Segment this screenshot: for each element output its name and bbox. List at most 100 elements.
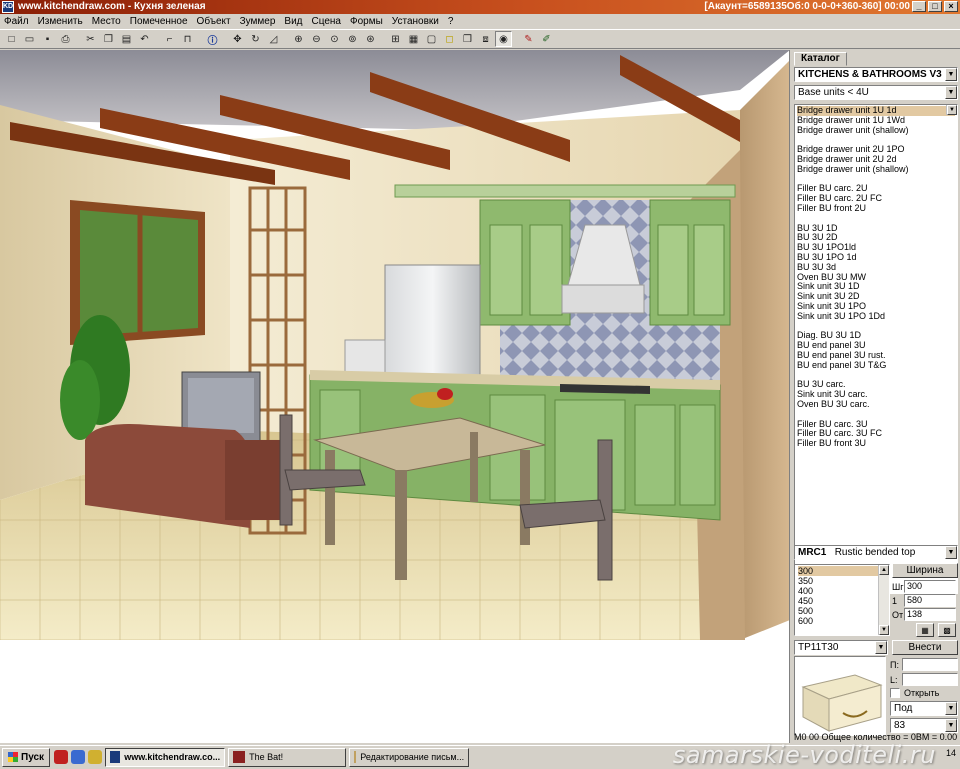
- paste-icon[interactable]: ▤: [118, 31, 135, 47]
- grid-alt-icon[interactable]: ▩: [938, 623, 956, 637]
- size-item[interactable]: 400: [798, 586, 886, 596]
- menu-scene[interactable]: Сцена: [312, 16, 345, 27]
- print-icon[interactable]: ⎙: [57, 31, 74, 47]
- start-button[interactable]: Пуск: [2, 747, 51, 767]
- list-item[interactable]: BU end panel 3U T&G: [797, 360, 955, 371]
- new-icon[interactable]: □: [3, 31, 20, 47]
- opera-icon[interactable]: [54, 750, 69, 764]
- catalog-select[interactable]: KITCHENS & BATHROOMS V3 ▼: [794, 67, 958, 82]
- finish-select[interactable]: TP11T30 ▼: [794, 640, 888, 655]
- list-scrollbar[interactable]: ▲ ▼: [946, 105, 957, 115]
- browser-icon[interactable]: [71, 750, 86, 764]
- task-kitchendraw[interactable]: www.kitchendraw.co...: [105, 747, 226, 767]
- maximize-button[interactable]: □: [928, 1, 942, 12]
- category-select[interactable]: Base units < 4U ▼: [794, 85, 958, 100]
- move-icon[interactable]: ✥: [229, 31, 246, 47]
- save-icon[interactable]: ▪: [39, 31, 56, 47]
- grid-icon[interactable]: ▦: [916, 623, 934, 637]
- zoom-window-icon[interactable]: ⊙: [326, 31, 343, 47]
- item-thumbnail: [794, 656, 886, 736]
- menu-help[interactable]: ?: [448, 16, 458, 27]
- rotate-icon[interactable]: ↻: [247, 31, 264, 47]
- height-value: 83: [894, 720, 906, 731]
- menu-view[interactable]: Вид: [284, 16, 306, 27]
- size-item[interactable]: 350: [798, 576, 886, 586]
- list-item[interactable]: Bridge drawer unit (shallow): [797, 125, 955, 136]
- list-item[interactable]: Filler BU front 3U: [797, 438, 955, 449]
- open-checkbox[interactable]: [890, 688, 900, 698]
- list-item[interactable]: Bridge drawer unit (shallow): [797, 164, 955, 175]
- size-list-scrollbar[interactable]: ▲ ▼: [878, 565, 889, 635]
- width-icon[interactable]: ⊓: [179, 31, 196, 47]
- 3d-render-view[interactable]: [0, 50, 790, 743]
- menu-marked[interactable]: Помеченное: [130, 16, 192, 27]
- chevron-down-icon[interactable]: ▼: [945, 702, 957, 715]
- perspective-icon[interactable]: ◻: [441, 31, 458, 47]
- zoom-in-icon[interactable]: ⊕: [290, 31, 307, 47]
- letter-icon: [354, 751, 357, 763]
- catalog-items-list[interactable]: Bridge drawer unit 1U 1d Bridge drawer un…: [794, 104, 958, 594]
- copy-icon[interactable]: ❐: [100, 31, 117, 47]
- stairs-icon[interactable]: ⌐: [161, 31, 178, 47]
- dim-height-field[interactable]: 138: [904, 608, 956, 621]
- zoom-fit-icon[interactable]: ⊚: [344, 31, 361, 47]
- l-field[interactable]: [902, 673, 958, 686]
- zoom-out-icon[interactable]: ⊖: [308, 31, 325, 47]
- scroll-down-icon[interactable]: ▼: [879, 625, 889, 635]
- drawer-preview-image: [801, 674, 883, 732]
- info-icon[interactable]: ⓘ: [204, 31, 221, 47]
- menu-file[interactable]: Файл: [4, 16, 33, 27]
- app-icon[interactable]: KD: [2, 1, 14, 13]
- menu-place[interactable]: Место: [92, 16, 125, 27]
- task-the-bat[interactable]: The Bat!: [228, 747, 347, 767]
- scroll-down-icon[interactable]: ▼: [947, 105, 957, 115]
- dim-height-label: От: [892, 610, 904, 620]
- size-list[interactable]: 300 350 400 450 500 600 ▲ ▼: [794, 564, 890, 636]
- measure-icon[interactable]: ◿: [265, 31, 282, 47]
- scroll-up-icon[interactable]: ▲: [879, 565, 889, 575]
- plan-view-icon[interactable]: ⊞: [387, 31, 404, 47]
- chevron-down-icon[interactable]: ▼: [945, 546, 957, 559]
- pencil-icon[interactable]: ✎: [520, 31, 537, 47]
- insert-button[interactable]: Внести: [892, 640, 958, 655]
- size-item[interactable]: 300: [798, 566, 886, 576]
- chevron-down-icon[interactable]: ▼: [945, 68, 957, 81]
- model-select[interactable]: MRC1 Rustic bended top ▼: [794, 545, 958, 560]
- photo-icon[interactable]: ◉: [495, 31, 512, 47]
- menu-object[interactable]: Объект: [197, 16, 235, 27]
- menu-edit[interactable]: Изменить: [38, 16, 87, 27]
- chevron-down-icon[interactable]: ▼: [875, 641, 887, 654]
- size-item[interactable]: 600: [798, 616, 886, 626]
- chevron-down-icon[interactable]: ▼: [945, 86, 957, 99]
- zoom-all-icon[interactable]: ⊛: [362, 31, 379, 47]
- task-edit-letter[interactable]: Редактирование письм...: [349, 747, 470, 767]
- list-item[interactable]: Sink unit 3U 1PO 1Dd: [797, 311, 955, 322]
- toolbar: □ ▭ ▪ ⎙ ✂ ❐ ▤ ↶ ⌐ ⊓ ⓘ ✥ ↻ ◿ ⊕ ⊖ ⊙ ⊚ ⊛ ⊞ …: [0, 29, 960, 49]
- list-item[interactable]: Filler BU front 2U: [797, 203, 955, 214]
- dim-depth-field[interactable]: 580: [904, 594, 956, 607]
- list-item[interactable]: Oven BU 3U carc.: [797, 399, 955, 410]
- cube-icon[interactable]: ❒: [459, 31, 476, 47]
- size-item[interactable]: 450: [798, 596, 886, 606]
- render-icon[interactable]: ⧈: [477, 31, 494, 47]
- elevation-view-icon[interactable]: ▦: [405, 31, 422, 47]
- position-select[interactable]: Под ▼: [890, 701, 958, 716]
- menu-forms[interactable]: Формы: [350, 16, 387, 27]
- open-icon[interactable]: ▭: [21, 31, 38, 47]
- undo-icon[interactable]: ↶: [136, 31, 153, 47]
- tab-catalog[interactable]: Каталог: [794, 52, 847, 66]
- size-item[interactable]: 500: [798, 606, 886, 616]
- sketch-icon[interactable]: ✐: [538, 31, 555, 47]
- kitchen-render: [0, 50, 789, 640]
- p-field[interactable]: [902, 658, 958, 671]
- model-code: MRC1: [798, 547, 827, 558]
- close-button[interactable]: ×: [944, 1, 958, 12]
- minimize-button[interactable]: _: [912, 1, 926, 12]
- dim-width-field[interactable]: 300: [904, 580, 956, 593]
- wall-view-icon[interactable]: ▢: [423, 31, 440, 47]
- width-button[interactable]: Ширина: [892, 563, 958, 578]
- quicklaunch-icon[interactable]: [88, 750, 103, 764]
- cut-icon[interactable]: ✂: [82, 31, 99, 47]
- menu-settings[interactable]: Установки: [392, 16, 443, 27]
- menu-zoom[interactable]: Зуммер: [240, 16, 280, 27]
